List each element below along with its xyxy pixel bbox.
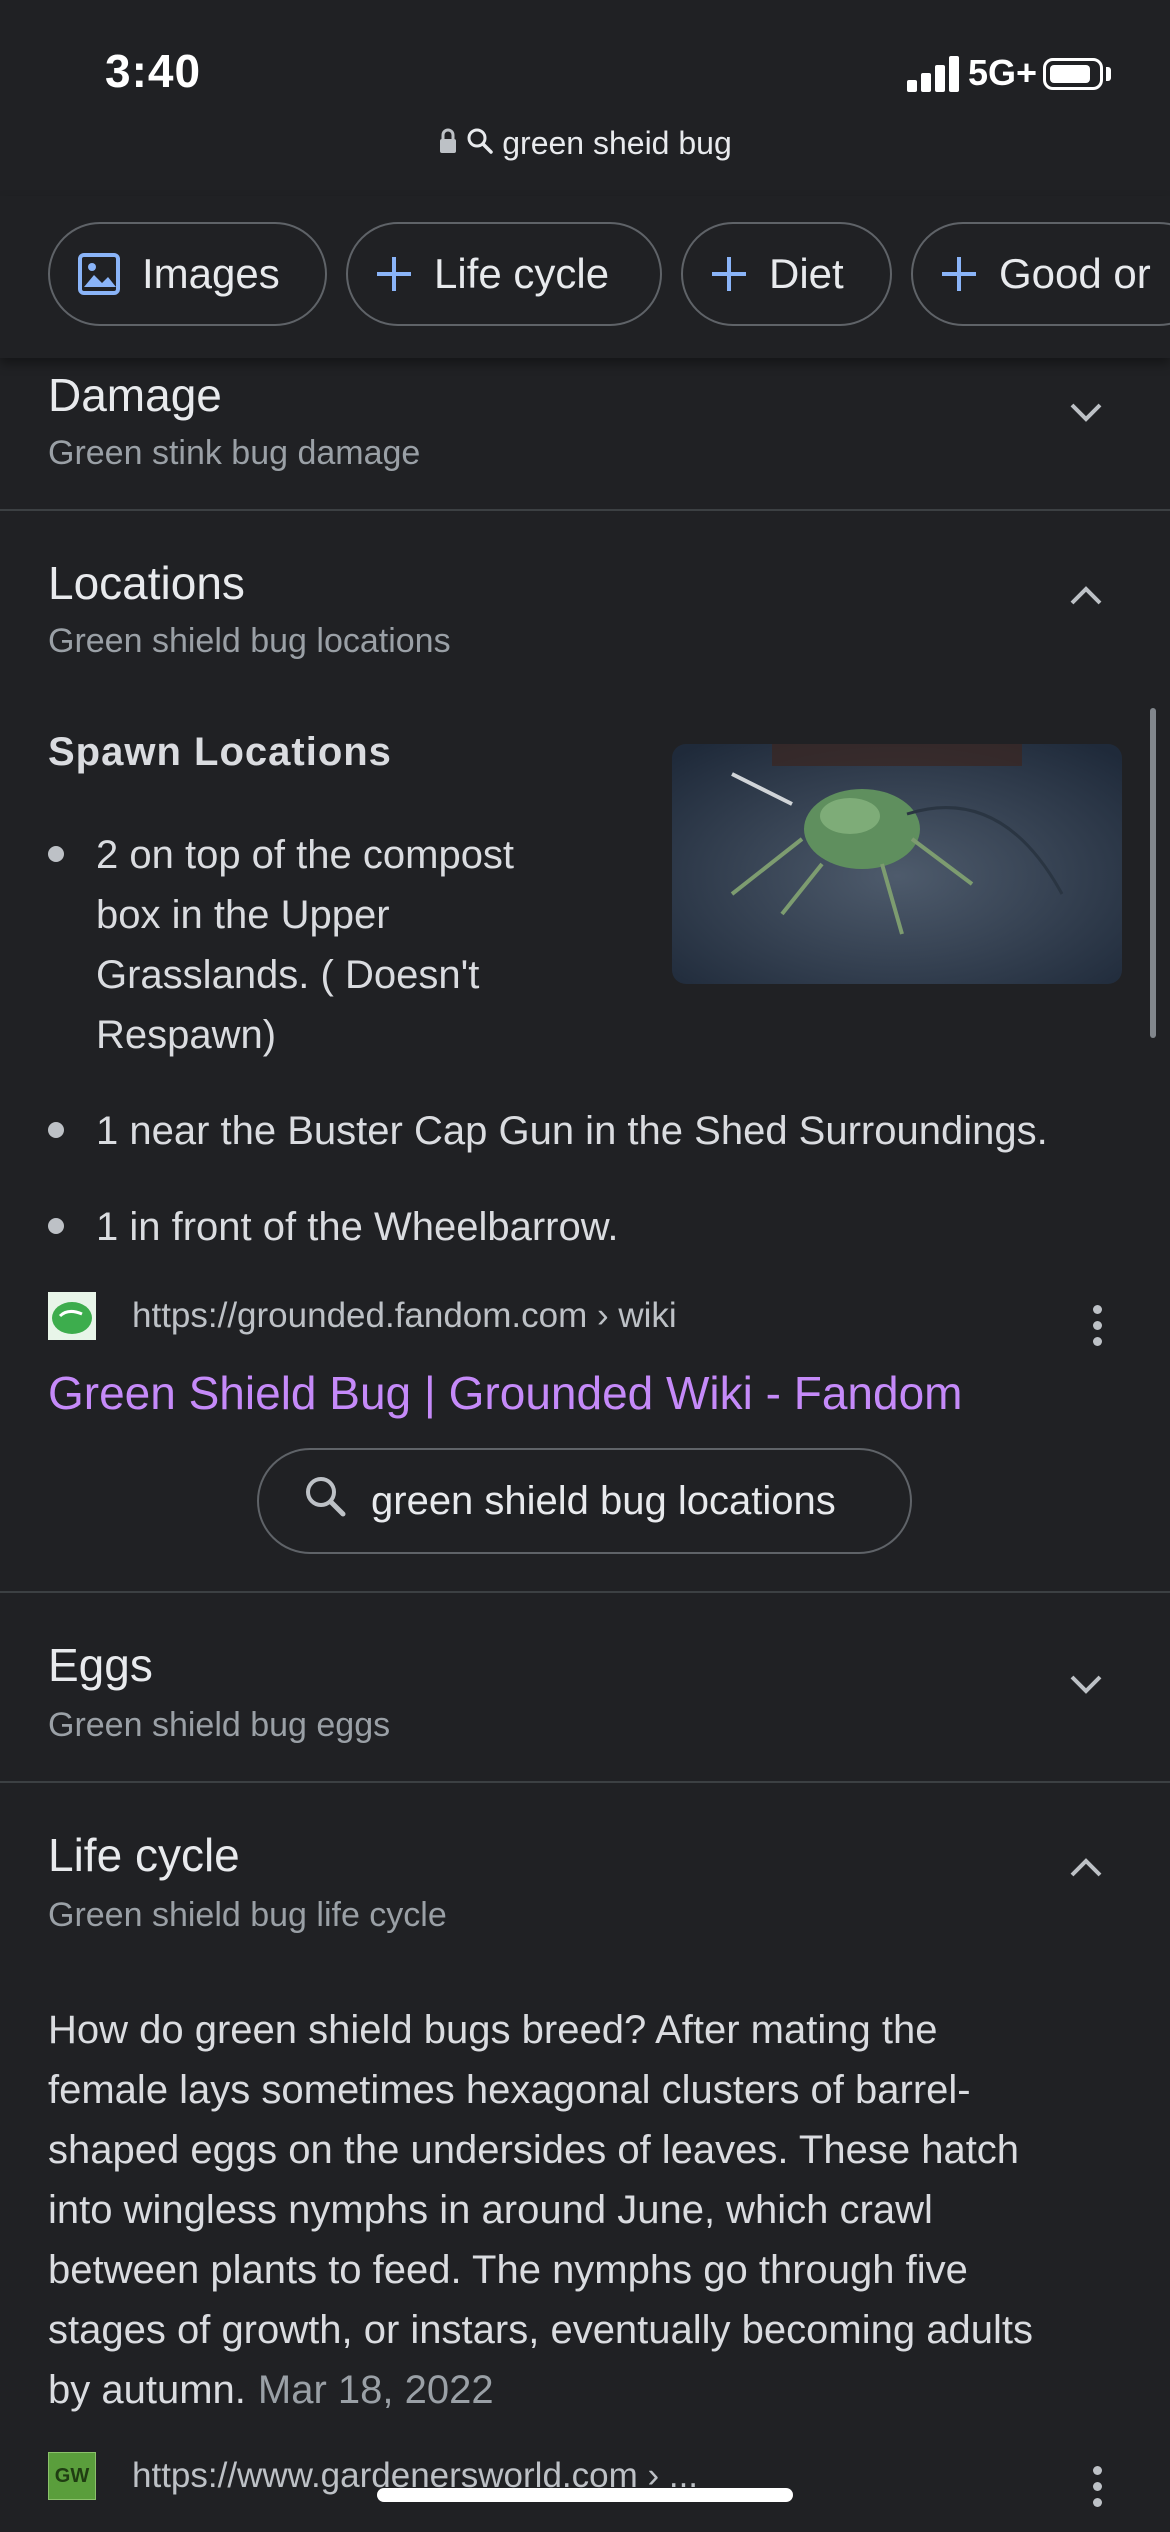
spawn-locations-heading: Spawn Locations [48,730,392,774]
divider [0,509,1170,511]
related-search-label: green shield bug locations [371,1478,836,1523]
eggs-title[interactable]: Eggs [48,1638,153,1692]
chip-images[interactable]: Images [48,222,327,326]
fandom-favicon-icon [48,1292,96,1340]
bullet-line: box in the Upper [96,893,390,937]
bullet-line: Grasslands. ( Doesn't [96,953,480,997]
chip-diet[interactable]: Diet [681,222,892,326]
bullet-line: 1 in front of the Wheelbarrow. [96,1205,619,1249]
chip-label: Images [142,250,280,297]
divider [0,1781,1170,1783]
status-time: 3:40 [105,45,202,97]
bullet-line: 1 near the Buster Cap Gun in the Shed Su… [96,1109,1048,1153]
bullet-dot [48,1218,64,1234]
address-bar[interactable]: green sheid bug [0,118,1170,168]
favicon-text: GW [54,2464,90,2487]
result-url[interactable]: https://grounded.fandom.com › wiki [132,1296,677,1336]
cellular-signal-icon [907,56,959,92]
bullet-dot [48,1122,64,1138]
plus-icon [709,254,749,294]
scrollbar[interactable] [1150,708,1156,1038]
eggs-subtitle: Green shield bug eggs [48,1706,391,1744]
battery-icon [1043,58,1103,90]
paragraph-line: into wingless nymphs in around June, whi… [48,2188,933,2232]
plus-icon [939,254,979,294]
damage-subtitle: Green stink bug damage [48,434,421,472]
bullet-line: Respawn) [96,1013,277,1057]
life-cycle-paragraph: How do green shield bugs breed? After ma… [48,2000,1128,2420]
damage-title[interactable]: Damage [48,368,222,422]
battery-tip [1106,67,1111,81]
paragraph-line-last: by autumn. Mar 18, 2022 [48,2360,1128,2420]
locations-title[interactable]: Locations [48,556,245,610]
locations-subtitle: Green shield bug locations [48,622,451,660]
search-icon [303,1474,347,1528]
chip-label: Diet [769,250,844,297]
chevron-down-icon[interactable] [1066,1664,1106,1704]
lock-icon [438,128,458,159]
chevron-up-icon[interactable] [1066,576,1106,616]
network-type: 5G+ [968,52,1038,93]
image-icon [76,251,122,297]
result-title-link[interactable]: Green Shield Bug | Grounded Wiki - Fando… [48,1366,963,1420]
bullet-dot [48,846,64,862]
more-options-icon[interactable] [1093,1305,1103,1353]
related-search-button[interactable]: green shield bug locations [257,1448,912,1554]
address-text: green sheid bug [502,124,732,161]
plus-icon [374,254,414,294]
bullet-line: 2 on top of the compost [96,833,515,877]
chevron-up-icon[interactable] [1066,1848,1106,1888]
divider [0,1591,1170,1593]
paragraph-line: between plants to feed. The nymphs go th… [48,2248,968,2292]
more-options-icon[interactable] [1093,2466,1103,2514]
green-shield-bug-thumbnail[interactable] [672,744,1122,984]
chip-life-cycle[interactable]: Life cycle [346,222,662,326]
gardenersworld-favicon-icon: GW [48,2452,96,2500]
paragraph-line: stages of growth, or instars, eventually… [48,2308,1033,2352]
chip-good-or[interactable]: Good or [911,222,1170,326]
paragraph-line: shaped eggs on the undersides of leaves.… [48,2128,1020,2172]
paragraph-line: female lays sometimes hexagonal clusters… [48,2068,971,2112]
chip-label: Life cycle [434,250,610,297]
paragraph-line: by autumn. [48,2368,246,2412]
life-cycle-title[interactable]: Life cycle [48,1828,240,1882]
snippet-date: Mar 18, 2022 [257,2368,494,2412]
chip-label: Good or [999,250,1151,297]
life-cycle-subtitle: Green shield bug life cycle [48,1896,447,1934]
search-chips-bar: Images Life cycle Diet Good or [0,196,1170,358]
paragraph-line: How do green shield bugs breed? After ma… [48,2008,938,2052]
chevron-down-icon[interactable] [1066,392,1106,432]
home-indicator[interactable] [377,2488,793,2502]
search-icon [466,127,494,160]
